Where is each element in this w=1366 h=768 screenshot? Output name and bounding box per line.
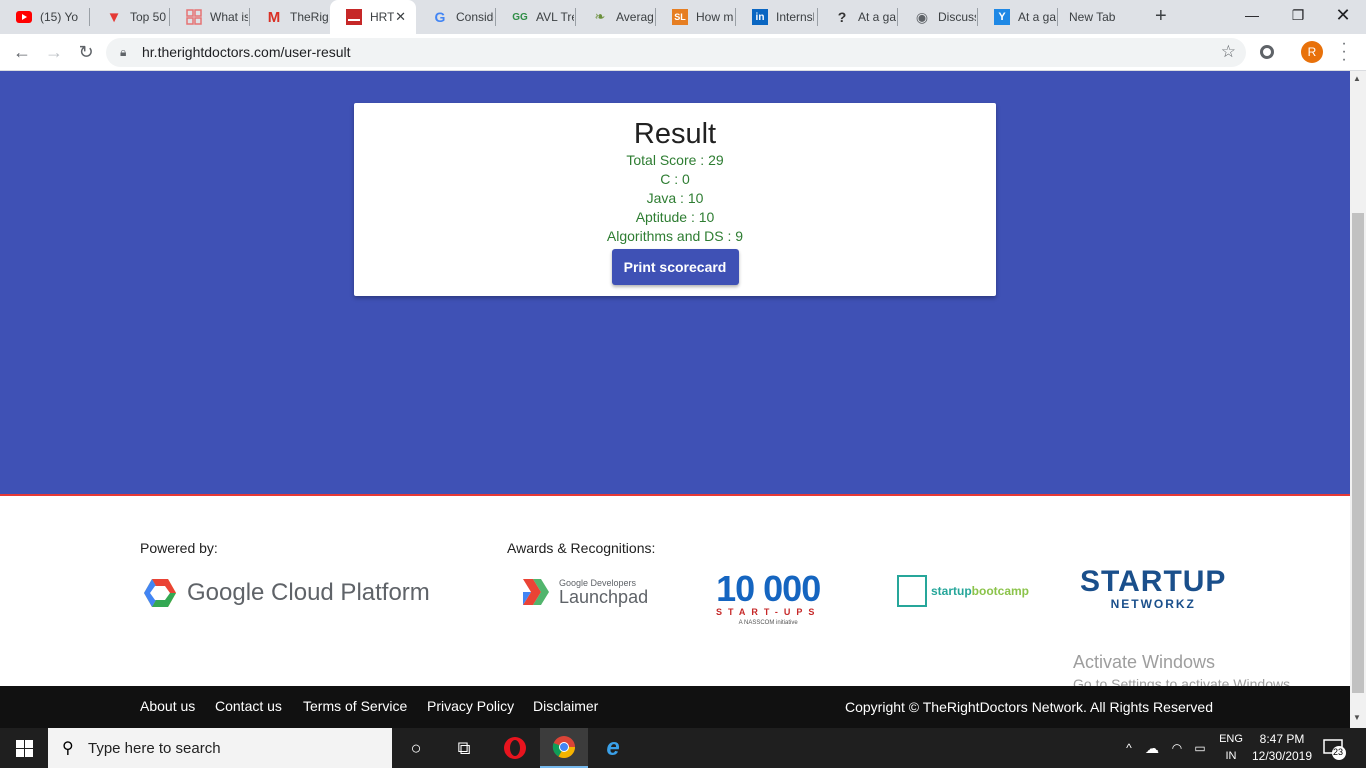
question-icon: ? <box>837 9 847 25</box>
lock-icon: 🔒︎ <box>120 45 127 59</box>
footer-bar: About us Contact us Terms of Service Pri… <box>0 686 1350 728</box>
url-text[interactable]: hr.therightdoctors.com/user-result <box>142 44 351 60</box>
tab-discuss[interactable]: ◉ Discuss <box>898 0 978 34</box>
wifi-icon[interactable]: ◠ <box>1167 728 1187 768</box>
cortana-icon[interactable]: ○ <box>392 728 440 768</box>
tab-top50[interactable]: ▼ Top 50 <box>90 0 170 34</box>
tab-new-tab[interactable]: New Tab <box>1058 0 1148 34</box>
taskbar-search-box[interactable]: ⚲ Type here to search <box>48 728 392 768</box>
opera-icon[interactable] <box>491 728 539 768</box>
tab-average[interactable]: ❧ Average <box>576 0 656 34</box>
task-view-icon[interactable]: ⧉ <box>440 728 488 768</box>
extension-icon[interactable] <box>1260 45 1274 59</box>
address-bar[interactable]: 🔒︎ hr.therightdoctors.com/user-result ☆ <box>106 38 1246 67</box>
disclaimer-link[interactable]: Disclaimer <box>533 698 598 714</box>
print-scorecard-button[interactable]: Print scorecard <box>611 249 739 285</box>
onedrive-icon[interactable]: ☁ <box>1142 728 1162 768</box>
trd-icon <box>346 9 362 25</box>
scroll-up-icon[interactable]: ▲ <box>1353 74 1361 83</box>
search-icon: ⚲ <box>62 740 74 757</box>
score-c: C : 0 <box>660 171 690 187</box>
leaf-icon: ❧ <box>594 9 606 24</box>
tab-how-many[interactable]: SL How many <box>656 0 736 34</box>
internet-explorer-icon[interactable]: e <box>589 728 637 768</box>
launchpad-logo[interactable]: Google Developers Launchpad <box>523 578 648 606</box>
score-aptitude: Aptitude : 10 <box>635 209 715 225</box>
gfg-icon: GG <box>512 11 528 23</box>
battery-icon[interactable]: ▭ <box>1190 728 1210 768</box>
scroll-thumb[interactable] <box>1352 213 1364 693</box>
tab-hrt-active[interactable]: HRT ✕ <box>330 0 416 34</box>
footer-logos: Powered by: Awards & Recognitions: Googl… <box>0 498 1350 692</box>
gcp-hexagon-icon <box>144 579 176 607</box>
contact-us-link[interactable]: Contact us <box>215 698 282 714</box>
system-clock[interactable]: 8:47 PM 12/30/2019 <box>1251 731 1313 765</box>
powered-by-heading: Powered by: <box>140 540 218 556</box>
forward-arrow-icon[interactable]: → <box>42 40 66 64</box>
tab-avl-tree[interactable]: GG AVL Tree <box>496 0 576 34</box>
launchpad-chevron-icon <box>523 579 549 605</box>
about-us-link[interactable]: About us <box>140 698 195 714</box>
restore-icon[interactable]: ❐ <box>1275 0 1321 30</box>
score-java: Java : 10 <box>646 190 704 206</box>
startupbootcamp-logo[interactable]: startupbootcamp <box>897 575 1029 607</box>
copyright-text: Copyright © TheRightDoctors Network. All… <box>845 699 1213 715</box>
linkedin-icon: in <box>752 9 768 25</box>
tab-consider[interactable]: G Consider <box>416 0 496 34</box>
browser-toolbar: ← → ↻ 🔒︎ hr.therightdoctors.com/user-res… <box>0 34 1366 71</box>
sl-icon: SL <box>672 9 688 25</box>
tab-strip: (15) YouTube ▼ Top 50 What is M TheRight… <box>0 0 1366 34</box>
result-section: Result Total Score : 29 C : 0 Java : 10 … <box>0 71 1350 496</box>
activate-windows-title: Activate Windows <box>1073 652 1216 672</box>
windows-start-icon[interactable] <box>0 728 48 768</box>
grid-icon <box>186 9 202 25</box>
y-icon: Y <box>994 9 1010 25</box>
result-title: Result <box>633 118 717 150</box>
page-viewport: Result Total Score : 29 C : 0 Java : 10 … <box>0 71 1350 728</box>
more-menu-icon[interactable]: · · · <box>1339 36 1349 68</box>
profile-avatar[interactable]: R <box>1301 41 1323 63</box>
awards-heading: Awards & Recognitions: <box>507 540 656 556</box>
startupbootcamp-icon <box>897 575 927 607</box>
bookmark-star-icon[interactable]: ☆ <box>1221 42 1236 62</box>
google-icon: G <box>434 9 446 25</box>
tab-internship[interactable]: in Internship <box>736 0 818 34</box>
notification-center-icon[interactable]: 23 <box>1322 736 1346 760</box>
result-card: Result Total Score : 29 C : 0 Java : 10 … <box>354 103 996 296</box>
youtube-icon <box>16 9 32 25</box>
tab-at-a-game-1[interactable]: ? At a game <box>818 0 898 34</box>
minimize-icon[interactable]: — <box>1229 0 1275 30</box>
tab-at-a-game-2[interactable]: Y At a game <box>978 0 1058 34</box>
back-arrow-icon[interactable]: ← <box>10 40 34 64</box>
close-tab-icon[interactable]: ✕ <box>395 9 406 25</box>
globe-icon: ◉ <box>915 8 929 25</box>
tab-what-is[interactable]: What is <box>170 0 250 34</box>
reload-icon[interactable]: ↻ <box>74 40 98 64</box>
google-cloud-logo[interactable]: Google Cloud Platform <box>143 578 430 608</box>
new-tab-plus-icon[interactable]: + <box>1155 6 1175 26</box>
show-hidden-icons[interactable]: ^ <box>1121 728 1137 768</box>
startup-networkz-logo[interactable]: STARTUP NETWORKZ <box>1080 566 1226 611</box>
10000-startups-logo[interactable]: 10 000 START-UPS A NASSCOM initiative <box>716 571 821 628</box>
window-close-icon[interactable]: ✕ <box>1320 0 1366 30</box>
score-algorithms: Algorithms and DS : 9 <box>606 228 744 244</box>
scroll-down-icon[interactable]: ▼ <box>1353 713 1361 722</box>
language-indicator[interactable]: ENG IN <box>1216 731 1246 765</box>
gmail-icon: M <box>267 8 281 26</box>
windows-taskbar: ⚲ Type here to search ○ ⧉ e ^ ☁ ◠ ▭ ENG … <box>0 728 1366 768</box>
total-score: Total Score : 29 <box>626 152 724 168</box>
chrome-icon[interactable] <box>540 728 588 768</box>
page-scrollbar[interactable]: ▲ ▼ <box>1350 71 1366 728</box>
privacy-policy-link[interactable]: Privacy Policy <box>427 698 514 714</box>
v-icon: ▼ <box>106 8 122 26</box>
terms-link[interactable]: Terms of Service <box>303 698 407 714</box>
tab-gmail[interactable]: M TheRightDoctors <box>250 0 330 34</box>
tab-youtube[interactable]: (15) YouTube <box>0 0 90 34</box>
